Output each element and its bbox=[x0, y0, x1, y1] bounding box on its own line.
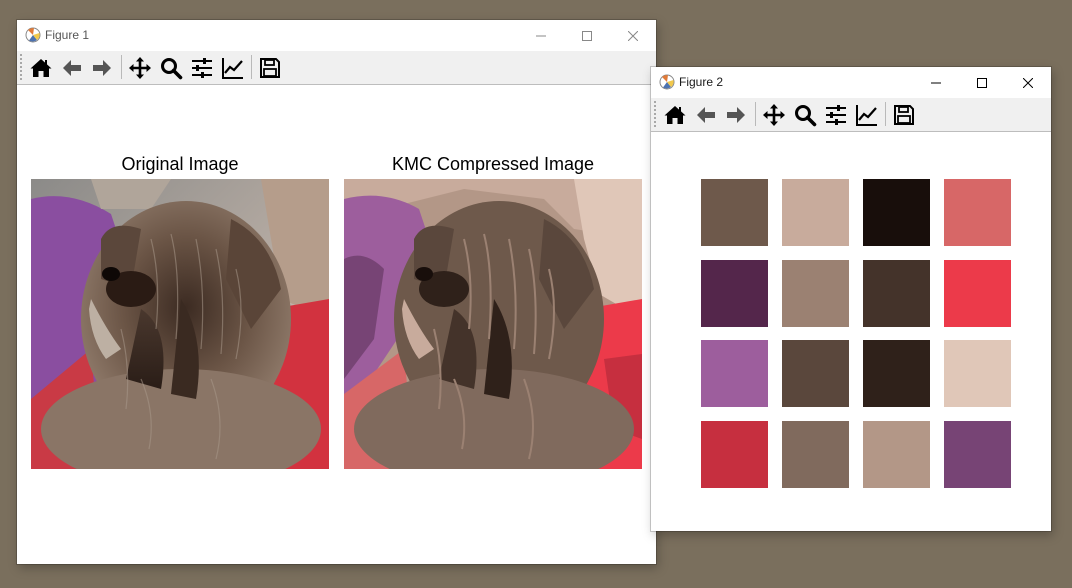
toolbar-separator bbox=[251, 55, 252, 79]
pan-button[interactable] bbox=[126, 54, 153, 81]
configure-subplots-button[interactable] bbox=[188, 54, 215, 81]
pan-icon bbox=[128, 56, 151, 79]
toolbar-grip[interactable] bbox=[654, 101, 658, 127]
title-bar[interactable]: Figure 2 bbox=[651, 67, 1051, 98]
home-icon bbox=[30, 58, 51, 77]
compressed-image-title: KMC Compressed Image bbox=[391, 154, 595, 174]
matplotlib-app-icon bbox=[659, 74, 675, 90]
minimize-button[interactable] bbox=[518, 20, 564, 51]
window-title: Figure 2 bbox=[679, 75, 724, 89]
zoom-icon bbox=[794, 104, 816, 126]
toolbar-grip[interactable] bbox=[20, 54, 24, 80]
back-icon bbox=[62, 59, 81, 76]
maximize-icon bbox=[977, 77, 987, 88]
minimize-icon bbox=[931, 82, 941, 83]
window-title: Figure 1 bbox=[45, 28, 90, 42]
palette-swatch bbox=[944, 421, 1011, 488]
pan-button[interactable] bbox=[760, 101, 787, 128]
home-icon bbox=[664, 105, 685, 124]
configure-subplots-icon bbox=[191, 57, 212, 78]
edit-axis-icon bbox=[855, 104, 877, 126]
toolbar-separator bbox=[885, 102, 886, 126]
title-bar[interactable]: Figure 1 bbox=[17, 20, 656, 51]
zoom-button[interactable] bbox=[157, 54, 184, 81]
navigation-toolbar bbox=[17, 51, 656, 85]
palette-swatch bbox=[944, 260, 1011, 327]
palette-swatch bbox=[701, 421, 768, 488]
home-button[interactable] bbox=[661, 101, 688, 128]
back-button[interactable] bbox=[692, 101, 719, 128]
figure-canvas[interactable] bbox=[651, 132, 1051, 531]
palette-swatch bbox=[701, 179, 768, 246]
toolbar-separator bbox=[755, 102, 756, 126]
maximize-icon bbox=[582, 30, 592, 41]
palette-swatch bbox=[863, 421, 930, 488]
palette-swatch bbox=[782, 340, 849, 407]
palette-swatch bbox=[944, 340, 1011, 407]
toolbar-separator bbox=[121, 55, 122, 79]
compressed-image bbox=[344, 179, 642, 469]
close-button[interactable] bbox=[610, 20, 656, 51]
zoom-icon bbox=[160, 57, 182, 79]
forward-icon bbox=[726, 106, 745, 123]
save-button[interactable] bbox=[256, 54, 283, 81]
pan-icon bbox=[762, 103, 785, 126]
edit-axis-button[interactable] bbox=[219, 54, 246, 81]
palette-swatch bbox=[863, 260, 930, 327]
configure-subplots-icon bbox=[825, 104, 846, 125]
palette-swatch bbox=[701, 260, 768, 327]
figure-1-window: Figure 1 Original Image KMC Compressed I… bbox=[17, 20, 656, 564]
save-icon bbox=[893, 104, 914, 125]
forward-button[interactable] bbox=[88, 54, 115, 81]
palette-swatch bbox=[782, 179, 849, 246]
forward-icon bbox=[92, 59, 111, 76]
maximize-button[interactable] bbox=[959, 67, 1005, 98]
maximize-button[interactable] bbox=[564, 20, 610, 51]
palette-swatch bbox=[863, 179, 930, 246]
back-button[interactable] bbox=[58, 54, 85, 81]
palette-swatch bbox=[782, 421, 849, 488]
original-image bbox=[31, 179, 329, 469]
palette-swatch bbox=[863, 340, 930, 407]
edit-axis-button[interactable] bbox=[853, 101, 880, 128]
zoom-button[interactable] bbox=[791, 101, 818, 128]
figure-2-window: Figure 2 bbox=[651, 67, 1051, 531]
save-button[interactable] bbox=[890, 101, 917, 128]
palette-swatch bbox=[782, 260, 849, 327]
back-icon bbox=[696, 106, 715, 123]
palette-swatch bbox=[701, 340, 768, 407]
save-icon bbox=[259, 57, 280, 78]
minimize-button[interactable] bbox=[913, 67, 959, 98]
close-icon bbox=[628, 30, 638, 41]
edit-axis-icon bbox=[221, 57, 243, 79]
matplotlib-app-icon bbox=[25, 27, 41, 43]
close-icon bbox=[1023, 77, 1033, 88]
navigation-toolbar bbox=[651, 98, 1051, 132]
minimize-icon bbox=[536, 35, 546, 36]
palette-swatch bbox=[944, 179, 1011, 246]
figure-canvas[interactable]: Original Image KMC Compressed Image bbox=[17, 85, 656, 564]
original-image-title: Original Image bbox=[121, 154, 239, 174]
home-button[interactable] bbox=[27, 54, 54, 81]
close-button[interactable] bbox=[1005, 67, 1051, 98]
configure-subplots-button[interactable] bbox=[822, 101, 849, 128]
forward-button[interactable] bbox=[722, 101, 749, 128]
